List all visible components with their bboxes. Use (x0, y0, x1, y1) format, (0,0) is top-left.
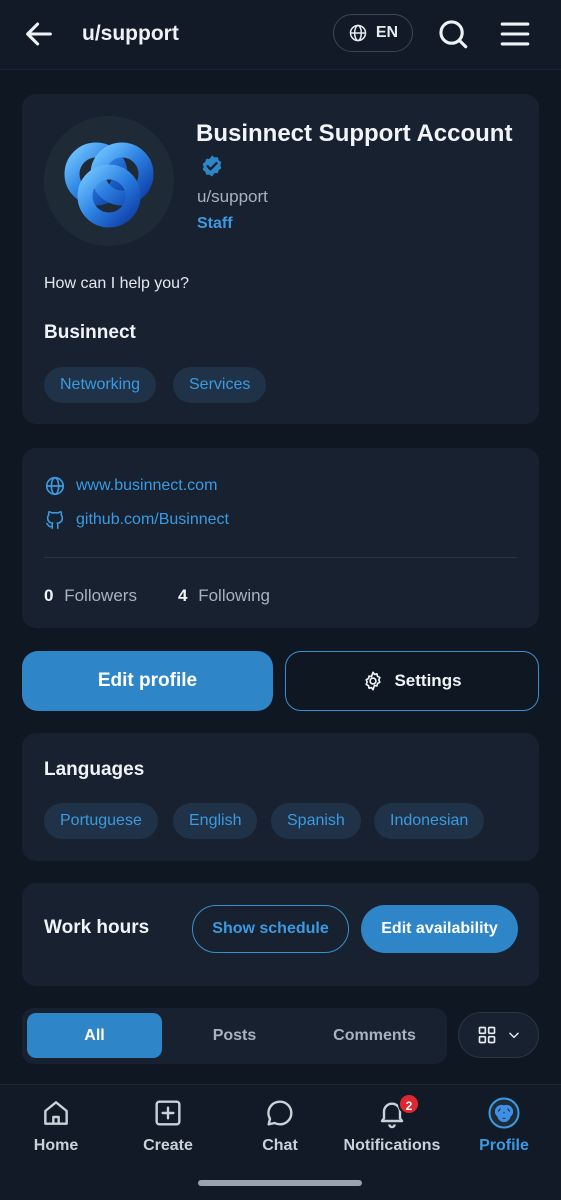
search-icon[interactable] (436, 17, 470, 51)
tab-comments[interactable]: Comments (307, 1013, 442, 1058)
company-name: Businnect (44, 322, 136, 343)
following-stat[interactable]: 4 Following (178, 586, 270, 606)
home-indicator (198, 1180, 362, 1186)
languages-card: Languages Portuguese English Spanish Ind… (22, 733, 539, 861)
followers-label: Followers (64, 586, 137, 605)
website-url: www.businnect.com (76, 477, 218, 494)
menu-icon[interactable] (498, 17, 532, 51)
settings-button[interactable]: Settings (285, 651, 539, 711)
nav-chat-label: Chat (262, 1137, 298, 1154)
divider (44, 557, 517, 558)
role-label: Staff (197, 215, 233, 232)
avatar[interactable] (44, 116, 174, 246)
chat-bubble-icon (267, 1100, 293, 1126)
nav-create-label: Create (143, 1137, 193, 1154)
github-link[interactable]: github.com/Businnect (44, 509, 229, 531)
website-link[interactable]: www.businnect.com (44, 475, 217, 497)
language-chip[interactable]: Indonesian (374, 803, 485, 839)
tag-chip[interactable]: Services (173, 367, 267, 403)
github-url: github.com/Businnect (76, 511, 229, 528)
followers-count: 0 (44, 586, 54, 605)
nav-home-label: Home (33, 1137, 79, 1154)
language-chip[interactable]: Portuguese (44, 803, 158, 839)
work-hours-title: Work hours (44, 917, 150, 938)
language-chip[interactable]: English (173, 803, 258, 839)
notification-badge: 2 (398, 1093, 420, 1115)
chevron-down-icon (508, 1032, 519, 1039)
show-schedule-button[interactable]: Show schedule (192, 905, 349, 953)
globe-icon (349, 24, 367, 42)
language-selector[interactable]: EN (333, 14, 413, 52)
following-count: 4 (178, 586, 188, 605)
profile-card: Businnect Support Account u/support Staf… (22, 94, 539, 424)
view-mode-toggle[interactable] (458, 1012, 539, 1058)
profile-bio: How can I help you? (44, 275, 189, 292)
language-code: EN (375, 24, 399, 41)
grid-view-icon (478, 1026, 495, 1044)
languages-title: Languages (44, 759, 145, 780)
page-title: u/support (82, 22, 179, 45)
verified-badge-icon (202, 155, 222, 177)
content-tabs: All Posts Comments (22, 1008, 447, 1064)
following-label: Following (198, 586, 271, 605)
language-chip[interactable]: Spanish (271, 803, 361, 839)
nav-create[interactable]: Create (112, 1097, 224, 1155)
tab-posts[interactable]: Posts (167, 1013, 302, 1058)
gear-icon (365, 671, 382, 691)
plus-square-icon (155, 1100, 181, 1126)
work-hours-card: Work hours Show schedule Edit availabili… (22, 883, 539, 986)
settings-label: Settings (394, 671, 462, 690)
tag-chip[interactable]: Networking (44, 367, 157, 403)
github-icon (45, 511, 64, 530)
profile-name: Businnect Support Account (196, 120, 513, 147)
nav-notifications[interactable]: 2 Notifications (336, 1093, 448, 1155)
nav-profile[interactable]: Profile (448, 1097, 560, 1155)
nav-chat[interactable]: Chat (224, 1097, 336, 1155)
nav-home[interactable]: Home (0, 1097, 112, 1155)
back-arrow-icon[interactable] (22, 17, 56, 51)
edit-profile-button[interactable]: Edit profile (22, 651, 273, 711)
nav-notifications-label: Notifications (343, 1137, 441, 1154)
followers-stat[interactable]: 0 Followers (44, 586, 137, 606)
links-card: www.businnect.com github.com/Businnect 0… (22, 448, 539, 628)
globe-icon (45, 476, 65, 496)
top-app-bar: u/support EN (0, 0, 561, 70)
nav-profile-label: Profile (479, 1137, 529, 1154)
edit-availability-button[interactable]: Edit availability (361, 905, 518, 953)
profile-avatar-icon (488, 1097, 520, 1129)
tab-all[interactable]: All (27, 1013, 162, 1058)
profile-handle: u/support (197, 187, 268, 206)
knot-logo-icon (64, 142, 154, 228)
home-icon (44, 1101, 68, 1125)
